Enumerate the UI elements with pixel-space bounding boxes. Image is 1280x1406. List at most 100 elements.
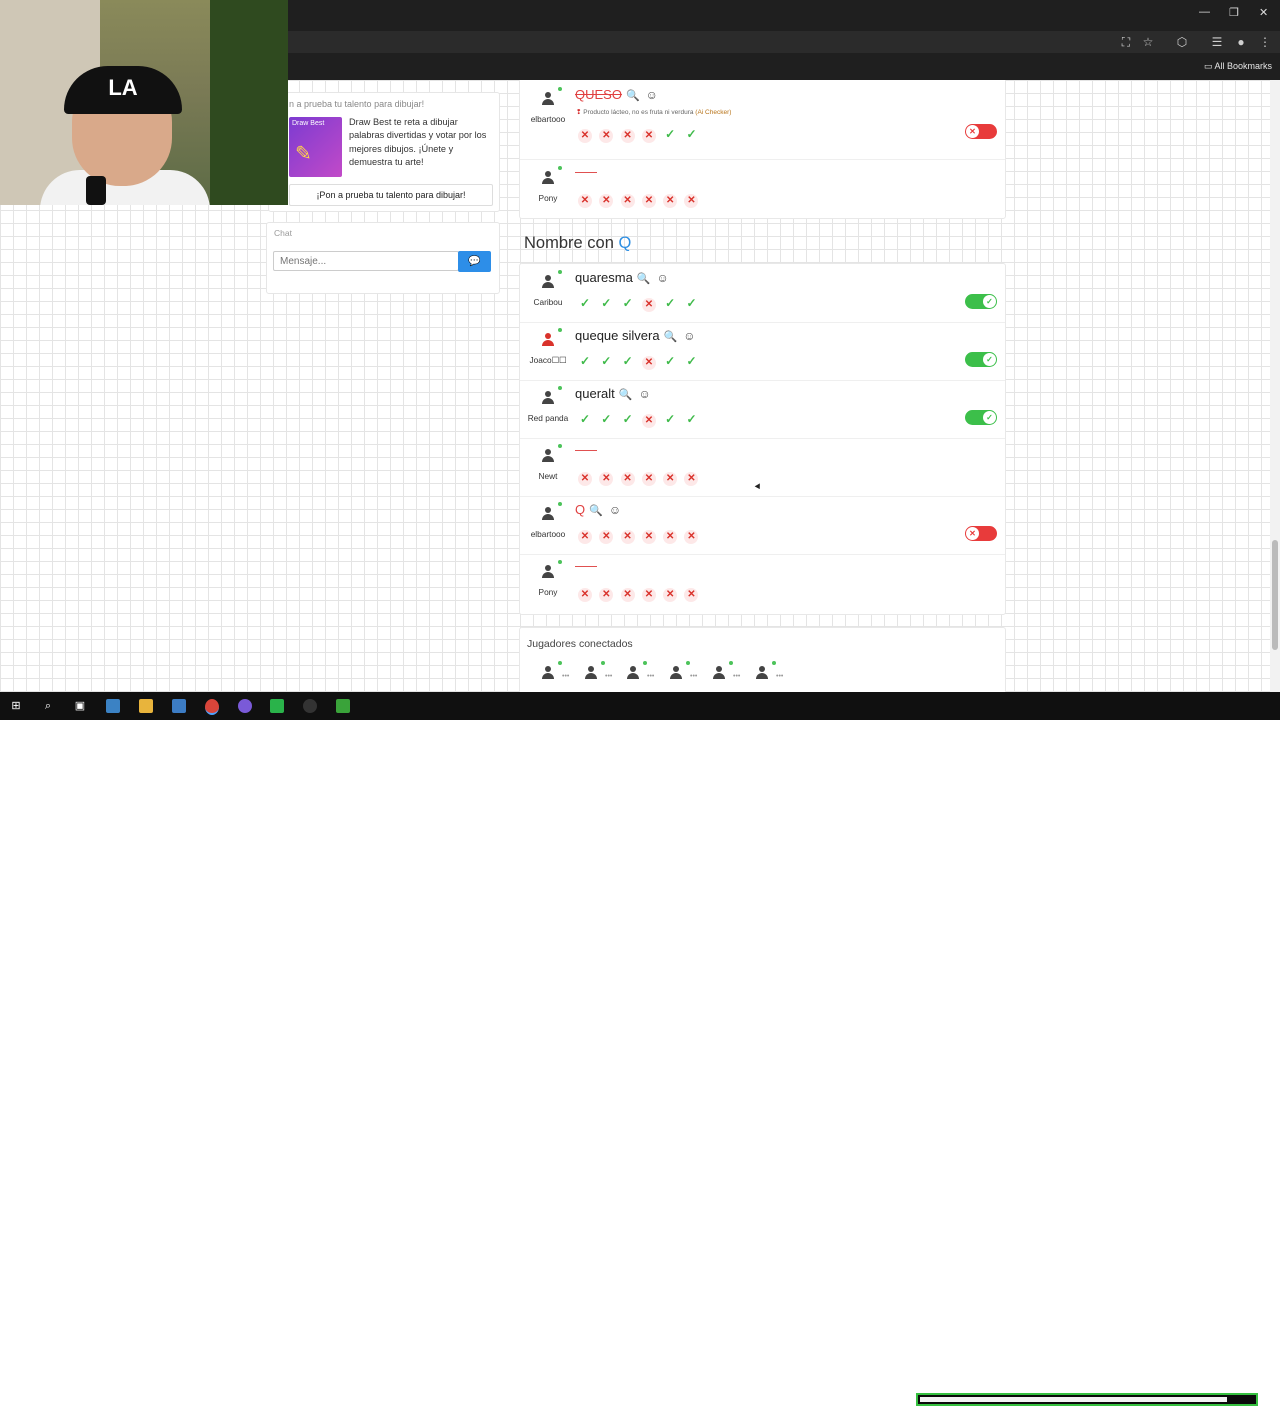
emoji-react-icon[interactable]: ☺ <box>638 387 650 401</box>
check-icon[interactable]: ✓ <box>621 296 635 310</box>
check-icon[interactable]: ✓ <box>684 127 698 141</box>
x-icon[interactable]: ✕ <box>578 472 592 486</box>
check-icon[interactable]: ✓ <box>621 354 635 368</box>
check-icon[interactable]: ✓ <box>684 296 698 310</box>
chrome-icon[interactable] <box>205 699 219 715</box>
store-icon[interactable] <box>172 699 186 713</box>
x-icon[interactable]: ✕ <box>641 194 656 208</box>
x-icon[interactable]: ✕ <box>684 194 699 208</box>
x-icon[interactable]: ✕ <box>641 530 656 544</box>
x-icon[interactable]: ✕ <box>663 194 678 208</box>
chat-panel: Chat 💬 <box>266 222 500 294</box>
chat-app-icon[interactable] <box>238 699 252 713</box>
check-icon[interactable]: ✓ <box>599 412 613 426</box>
check-icon[interactable]: ✓ <box>663 296 677 310</box>
check-icon[interactable]: ✓ <box>599 354 613 368</box>
check-icon[interactable]: ✓ <box>578 296 592 310</box>
x-icon[interactable]: ✕ <box>641 472 656 486</box>
search-taskbar-icon[interactable]: ⌕ <box>41 699 55 713</box>
connected-player[interactable]: ••• <box>625 661 655 692</box>
emoji-react-icon[interactable]: ☺ <box>683 329 695 343</box>
minimize-icon[interactable]: — <box>1199 6 1210 18</box>
connected-player[interactable]: ••• <box>711 661 741 692</box>
x-icon[interactable]: ✕ <box>620 530 635 544</box>
x-icon[interactable]: ✕ <box>663 530 678 544</box>
check-icon[interactable]: ✓ <box>599 296 613 310</box>
check-icon[interactable]: ✓ <box>684 354 698 368</box>
validity-toggle[interactable]: ✓ <box>965 294 997 309</box>
extensions-icon[interactable]: ⬡ <box>1175 35 1189 49</box>
check-icon[interactable]: ✓ <box>684 412 698 426</box>
x-icon[interactable]: ✕ <box>578 129 592 143</box>
page-scrollbar[interactable] <box>1270 80 1280 692</box>
star-icon[interactable]: ☆ <box>1141 35 1155 49</box>
streaming-app-icon[interactable] <box>270 699 284 713</box>
x-icon[interactable]: ✕ <box>641 129 656 143</box>
validity-toggle[interactable]: ✓ <box>965 410 997 425</box>
validity-toggle[interactable]: ✕ <box>965 526 997 541</box>
chat-input[interactable] <box>273 251 459 271</box>
check-icon[interactable]: ✓ <box>621 412 635 426</box>
promo-image[interactable]: Draw Best ✎ <box>289 117 342 177</box>
x-icon[interactable]: ✕ <box>620 472 635 486</box>
x-icon[interactable]: ✕ <box>578 194 592 208</box>
check-icon[interactable]: ✓ <box>663 412 677 426</box>
x-icon[interactable]: ✕ <box>599 530 614 544</box>
connected-player[interactable]: ••• <box>583 661 613 692</box>
restore-icon[interactable]: ❐ <box>1229 6 1239 19</box>
emoji-react-icon[interactable]: ☺ <box>609 503 621 517</box>
x-icon[interactable]: ✕ <box>684 530 699 544</box>
x-icon[interactable]: ✕ <box>578 530 592 544</box>
check-icon[interactable]: ✓ <box>663 354 677 368</box>
close-icon[interactable]: ✕ <box>1259 6 1268 19</box>
connected-player[interactable]: ••• <box>754 661 784 692</box>
search-icon[interactable]: 🔍 <box>619 389 633 401</box>
check-icon[interactable]: ✓ <box>663 127 677 141</box>
search-icon[interactable]: 🔍 <box>637 273 651 285</box>
x-icon[interactable]: ✕ <box>620 129 635 143</box>
search-icon[interactable]: 🔍 <box>664 331 678 343</box>
x-icon[interactable]: ✕ <box>599 194 614 208</box>
avatar <box>540 87 562 107</box>
search-icon[interactable]: 🔍 <box>589 505 603 517</box>
validity-toggle[interactable]: ✓ <box>965 352 997 367</box>
menu-icon[interactable]: ⋮ <box>1258 35 1272 49</box>
x-icon[interactable]: ✕ <box>578 588 592 602</box>
x-icon[interactable]: ✕ <box>641 298 656 312</box>
check-icon[interactable]: ✓ <box>578 412 592 426</box>
x-icon[interactable]: ✕ <box>620 194 635 208</box>
windows-start-icon[interactable]: ⊞ <box>9 699 23 713</box>
x-icon[interactable]: ✕ <box>641 356 656 370</box>
obs-icon[interactable] <box>303 699 317 713</box>
connected-player[interactable]: ••• <box>540 661 570 692</box>
task-view-icon[interactable]: ▣ <box>73 699 87 713</box>
app-icon[interactable] <box>106 699 120 713</box>
x-icon[interactable]: ✕ <box>684 472 699 486</box>
x-icon[interactable]: ✕ <box>663 472 678 486</box>
scrollbar-thumb[interactable] <box>1272 540 1278 650</box>
minecraft-icon[interactable] <box>336 699 350 713</box>
media-icon[interactable]: ☰ <box>1210 35 1224 49</box>
x-icon[interactable]: ✕ <box>599 129 614 143</box>
send-button[interactable]: 💬 <box>458 251 491 272</box>
x-icon[interactable]: ✕ <box>684 588 699 602</box>
translate-icon[interactable]: ⛶ <box>1119 35 1133 49</box>
x-icon[interactable]: ✕ <box>599 588 614 602</box>
emoji-react-icon[interactable]: ☺ <box>646 88 658 102</box>
all-bookmarks[interactable]: ▭ All Bookmarks <box>1204 61 1272 72</box>
validity-toggle[interactable]: ✕ <box>965 124 997 139</box>
promo-button[interactable]: ¡Pon a prueba tu talento para dibujar! <box>289 184 493 206</box>
search-icon[interactable]: 🔍 <box>626 90 640 102</box>
player-name: Joaco☐☐ <box>529 355 567 365</box>
emoji-react-icon[interactable]: ☺ <box>657 271 669 285</box>
x-icon[interactable]: ✕ <box>599 472 614 486</box>
check-icon[interactable]: ✓ <box>578 354 592 368</box>
profile-icon[interactable]: ● <box>1234 35 1248 49</box>
x-icon[interactable]: ✕ <box>620 588 635 602</box>
x-icon[interactable]: ✕ <box>663 588 678 602</box>
connected-player[interactable]: ••• <box>668 661 698 692</box>
folder-icon[interactable] <box>139 699 153 713</box>
x-icon[interactable]: ✕ <box>641 414 656 428</box>
avatar <box>540 386 562 406</box>
x-icon[interactable]: ✕ <box>641 588 656 602</box>
